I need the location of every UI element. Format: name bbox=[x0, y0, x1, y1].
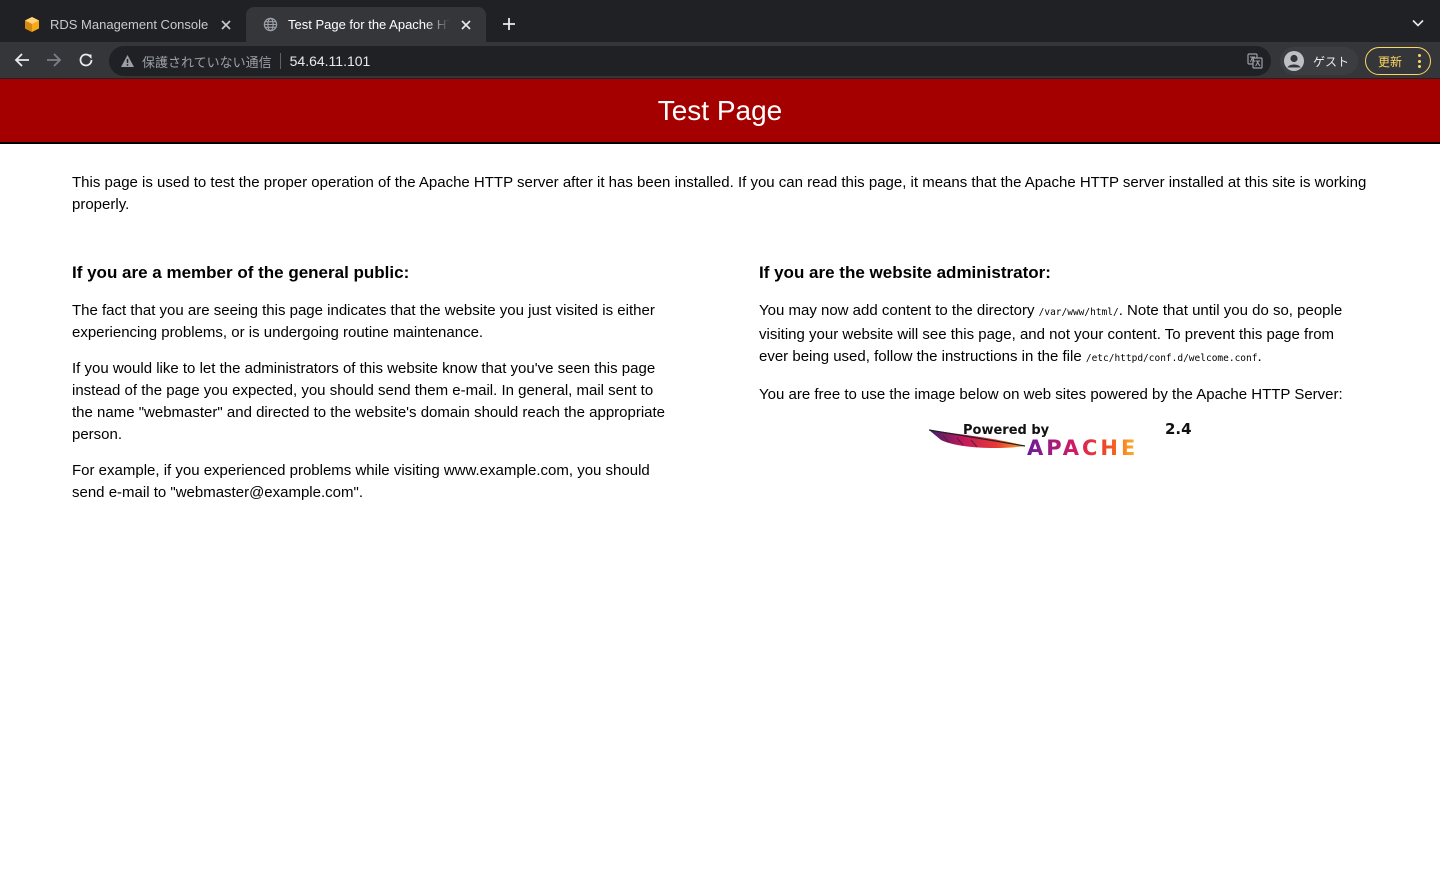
tab-title: RDS Management Console bbox=[50, 17, 209, 32]
tab-strip: RDS Management Console Test Page for the… bbox=[0, 0, 1440, 42]
apache-version: 2.4 bbox=[1165, 420, 1191, 438]
page-title: Test Page bbox=[657, 94, 783, 126]
columns: If you are a member of the general publi… bbox=[72, 261, 1368, 518]
public-section: If you are a member of the general publi… bbox=[72, 261, 672, 518]
reload-button[interactable] bbox=[75, 49, 97, 71]
public-paragraph-2: If you would like to let the administrat… bbox=[72, 360, 666, 443]
update-label: 更新 bbox=[1378, 54, 1403, 69]
translate-icon[interactable] bbox=[1247, 53, 1263, 69]
page-content: This page is used to test the proper ope… bbox=[0, 144, 1440, 518]
address-bar[interactable]: 保護されていない通信 54.64.11.101 bbox=[109, 46, 1271, 76]
arrow-left-icon bbox=[14, 53, 29, 67]
admin-text: . bbox=[1257, 348, 1262, 365]
divider bbox=[279, 53, 281, 69]
arrow-right-icon bbox=[47, 53, 62, 67]
powered-by-apache-badge: Powered by 2.4 APACHE bbox=[759, 420, 1359, 458]
intro-text: This page is used to test the proper ope… bbox=[72, 174, 1367, 213]
aws-icon bbox=[24, 17, 40, 33]
directory-path: /var/www/html/ bbox=[1038, 307, 1119, 318]
profile-button[interactable]: ゲスト bbox=[1280, 47, 1358, 75]
forward-button[interactable] bbox=[43, 49, 65, 71]
public-paragraph-1: The fact that you are seeing this page i… bbox=[72, 302, 655, 341]
tab-rds-console[interactable]: RDS Management Console bbox=[8, 7, 246, 42]
admin-text: You may now add content to the directory bbox=[759, 302, 1039, 319]
globe-icon bbox=[262, 17, 278, 33]
back-button[interactable] bbox=[11, 49, 33, 71]
public-paragraph-3: For example, if you experienced problems… bbox=[72, 462, 650, 501]
admin-paragraph-1: You may now add content to the directory… bbox=[759, 300, 1359, 370]
new-tab-button[interactable] bbox=[498, 13, 520, 35]
reload-icon bbox=[79, 53, 93, 67]
avatar-icon bbox=[1283, 50, 1305, 72]
security-status[interactable]: 保護されていない通信 bbox=[142, 52, 272, 71]
public-heading: If you are a member of the general publi… bbox=[72, 263, 410, 282]
config-file-path: /etc/httpd/conf.d/welcome.conf bbox=[1085, 353, 1258, 364]
update-button[interactable]: 更新 bbox=[1365, 47, 1431, 75]
plus-icon bbox=[503, 18, 515, 30]
tab-search-button[interactable] bbox=[1410, 15, 1426, 31]
tab-apache-test-page[interactable]: Test Page for the Apache HTTP Server bbox=[246, 7, 486, 42]
admin-paragraph-2: You are free to use the image below on w… bbox=[759, 386, 1343, 403]
admin-section: If you are the website administrator: Yo… bbox=[759, 261, 1359, 518]
url-text[interactable]: 54.64.11.101 bbox=[290, 53, 371, 69]
chevron-down-icon bbox=[1412, 19, 1424, 27]
page-header: Test Page bbox=[0, 79, 1440, 144]
browser-toolbar: 保護されていない通信 54.64.11.101 ゲスト 更新 bbox=[0, 42, 1440, 79]
warning-icon[interactable] bbox=[119, 53, 135, 69]
apache-brand-text: APACHE bbox=[1027, 436, 1138, 458]
close-icon[interactable] bbox=[218, 17, 234, 33]
admin-heading: If you are the website administrator: bbox=[759, 263, 1051, 282]
close-icon[interactable] bbox=[458, 17, 474, 33]
more-vert-icon bbox=[1417, 54, 1421, 68]
apache-feather-logo: Powered by 2.4 APACHE bbox=[928, 420, 1191, 458]
profile-label: ゲスト bbox=[1313, 54, 1350, 69]
tab-title: Test Page for the Apache HTTP Server bbox=[288, 17, 450, 32]
